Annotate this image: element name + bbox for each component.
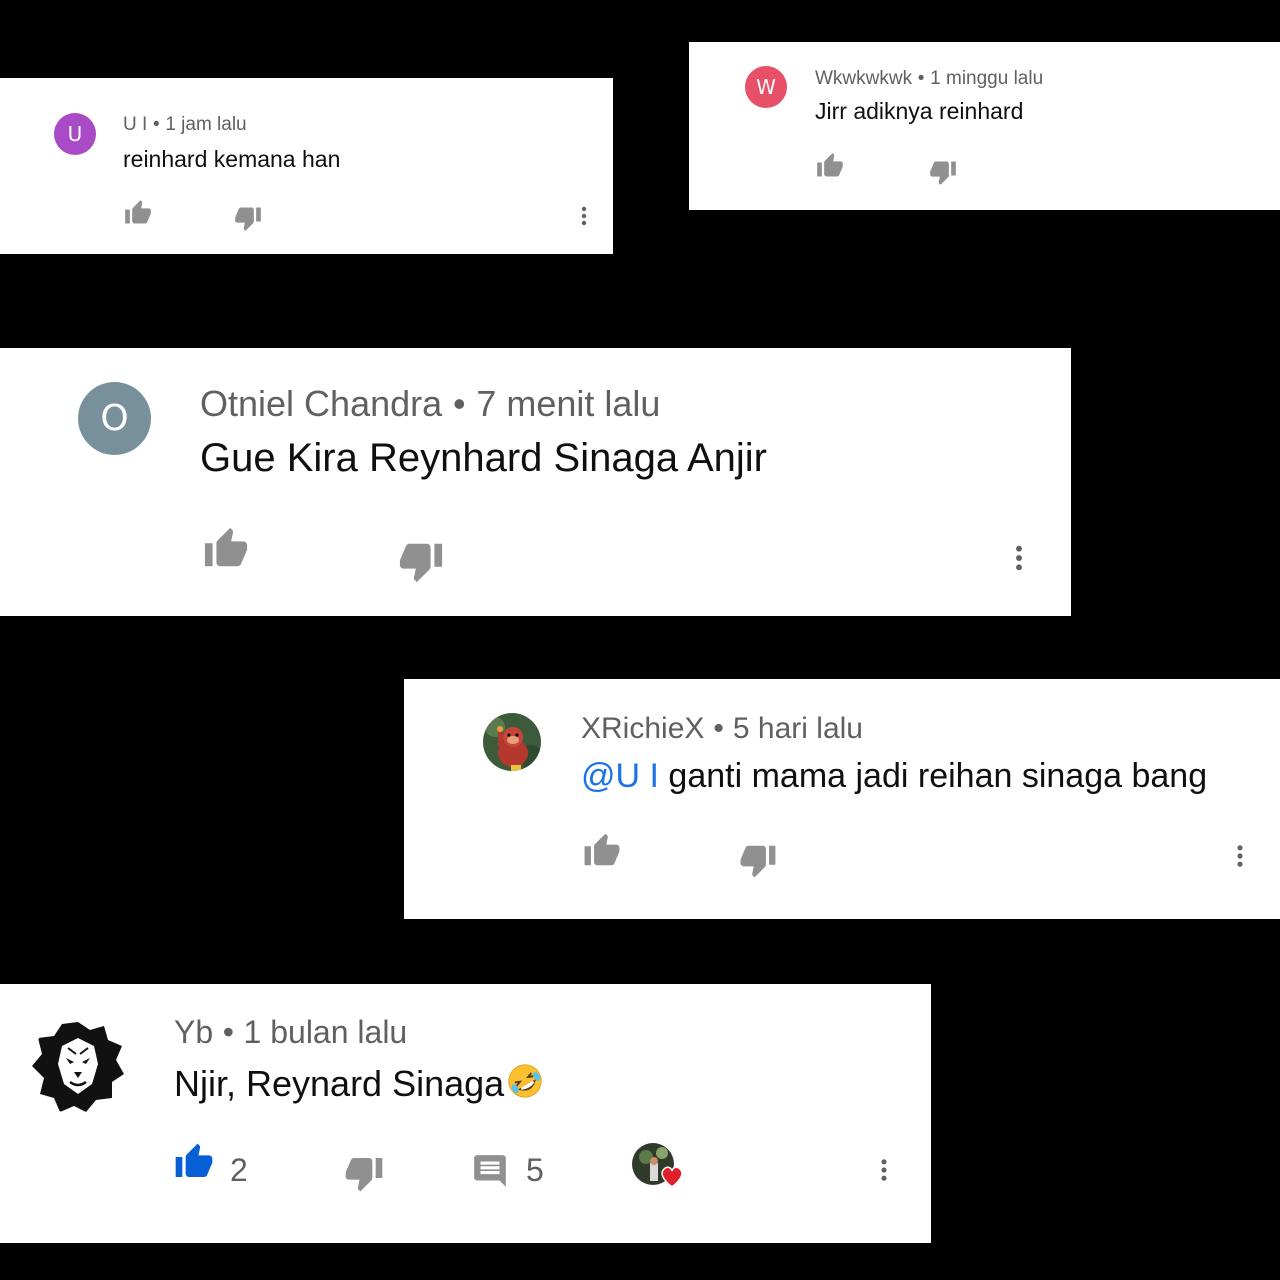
comment-text: Jirr adiknya reinhard (815, 98, 1024, 124)
avatar[interactable]: W (745, 66, 787, 108)
rolling-laughing-emoji-icon (508, 1064, 542, 1098)
separator-dot: • (452, 383, 466, 424)
creator-avatar-heart-icon (632, 1143, 683, 1188)
timestamp[interactable]: 1 bulan lalu (244, 1014, 408, 1050)
comment-meta: Otniel Chandra • 7 menit lalu (200, 383, 660, 425)
author-name[interactable]: Otniel Chandra (200, 383, 442, 424)
separator-dot: • (222, 1014, 234, 1050)
dislike-icon[interactable] (928, 158, 958, 186)
avatar-letter: O (100, 398, 129, 439)
like-icon[interactable] (582, 832, 622, 870)
separator-dot: • (152, 114, 160, 135)
more-options-icon[interactable] (870, 1150, 898, 1190)
timestamp[interactable]: 1 minggu lalu (930, 68, 1043, 89)
timestamp[interactable]: 7 menit lalu (476, 383, 660, 424)
comment-text: @U I ganti mama jadi reihan sinaga bang (581, 757, 1207, 796)
separator-dot: • (713, 712, 724, 745)
comment-card (0, 984, 931, 1243)
avatar-letter: U (67, 122, 83, 146)
like-icon[interactable] (123, 199, 153, 227)
author-name[interactable]: Wkwkwkwk (815, 68, 912, 89)
comment-text: reinhard kemana han (123, 146, 341, 172)
reply-comment-icon[interactable] (470, 1152, 510, 1190)
dislike-icon[interactable] (738, 841, 778, 879)
timestamp[interactable]: 1 jam lalu (165, 114, 246, 135)
comment-meta: U I • 1 jam lalu (123, 114, 247, 136)
avatar[interactable]: O (78, 382, 151, 455)
like-count: 2 (230, 1152, 248, 1188)
comment-meta: Wkwkwkwk • 1 minggu lalu (815, 68, 1043, 90)
author-name[interactable]: XRichieX (581, 712, 704, 745)
avatar[interactable] (483, 713, 541, 771)
comment-body: ganti mama jadi reihan sinaga bang (668, 757, 1208, 795)
timestamp[interactable]: 5 hari lalu (733, 712, 863, 745)
dislike-icon[interactable] (397, 538, 445, 584)
comment-text: Njir, Reynard Sinaga (174, 1062, 544, 1105)
reply-count: 5 (526, 1152, 544, 1188)
author-name[interactable]: Yb (174, 1014, 213, 1050)
dislike-icon[interactable] (343, 1153, 385, 1193)
avatar[interactable] (30, 1018, 127, 1115)
mention-link[interactable]: @U I (581, 757, 659, 795)
more-options-icon[interactable] (1226, 838, 1254, 874)
separator-dot: • (917, 68, 925, 89)
like-icon[interactable] (202, 526, 250, 572)
comment-meta: XRichieX • 5 hari lalu (581, 712, 863, 746)
lion-avatar-image (30, 1018, 127, 1115)
dislike-icon[interactable] (233, 204, 263, 232)
avatar[interactable]: U (54, 113, 96, 155)
comment-meta: Yb • 1 bulan lalu (174, 1014, 407, 1051)
author-name[interactable]: U I (123, 114, 147, 135)
more-options-icon[interactable] (1003, 536, 1035, 580)
like-icon-active[interactable] (173, 1142, 215, 1182)
like-icon[interactable] (815, 152, 845, 180)
more-options-icon[interactable] (572, 202, 596, 230)
monkey-avatar-image (483, 713, 541, 771)
comment-text: Gue Kira Reynhard Sinaga Anjir (200, 436, 767, 480)
avatar-letter: W (756, 75, 776, 99)
comment-body: Njir, Reynard Sinaga (174, 1063, 505, 1104)
creator-heart-badge (632, 1143, 683, 1189)
